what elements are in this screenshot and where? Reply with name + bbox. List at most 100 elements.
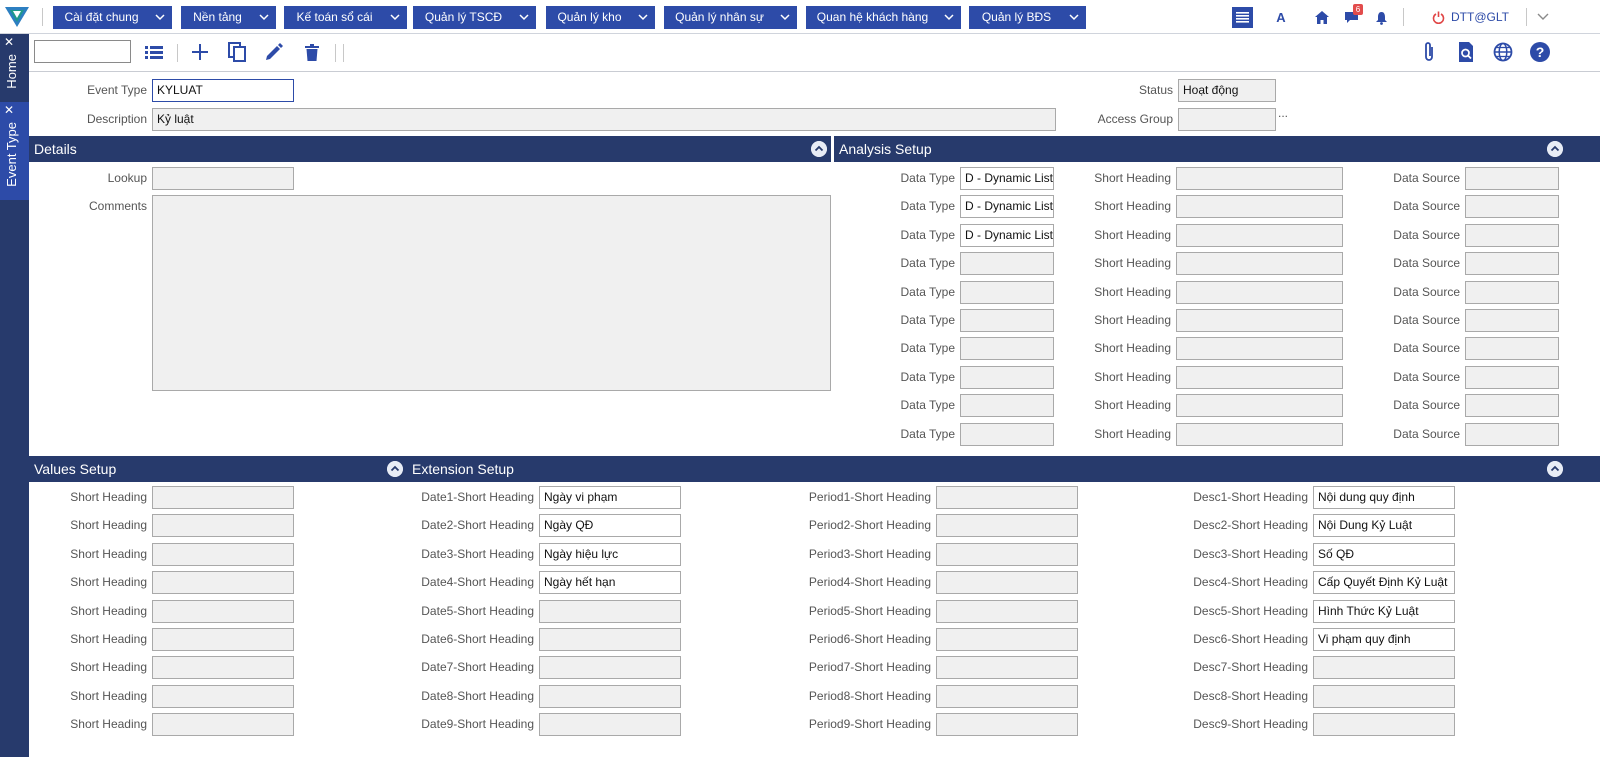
period-short-heading-field[interactable] bbox=[936, 542, 1078, 566]
search-doc-icon[interactable] bbox=[1455, 41, 1477, 63]
date-short-heading-field[interactable] bbox=[539, 628, 681, 651]
short-heading-field[interactable] bbox=[1176, 280, 1343, 304]
status-field[interactable]: Hoạt động bbox=[1178, 79, 1276, 102]
chat-icon[interactable]: 6 bbox=[1343, 4, 1363, 29]
data-source-field[interactable] bbox=[1465, 422, 1559, 446]
access-group-more-button[interactable]: ... bbox=[1278, 106, 1288, 120]
comments-field[interactable] bbox=[152, 195, 831, 391]
value-short-heading-field[interactable] bbox=[152, 486, 294, 509]
list-icon[interactable] bbox=[143, 41, 165, 63]
data-type-field[interactable]: D - Dynamic List bbox=[960, 195, 1054, 219]
date-short-heading-field[interactable]: Ngày hiệu lực bbox=[539, 542, 681, 566]
data-type-field[interactable] bbox=[960, 337, 1054, 361]
copy-icon[interactable] bbox=[226, 41, 248, 63]
menu-lines-icon[interactable] bbox=[1232, 7, 1253, 28]
date-short-heading-field[interactable] bbox=[539, 684, 681, 708]
desc-short-heading-field[interactable]: Nội dung quy định bbox=[1313, 486, 1455, 509]
date-short-heading-field[interactable] bbox=[539, 713, 681, 737]
short-heading-field[interactable] bbox=[1176, 365, 1343, 389]
short-heading-field[interactable] bbox=[1176, 422, 1343, 446]
description-field[interactable]: Kỷ luật bbox=[152, 108, 1056, 131]
menu-platform[interactable]: Nền tảng bbox=[181, 6, 276, 29]
date-short-heading-field[interactable] bbox=[539, 656, 681, 680]
period-short-heading-field[interactable] bbox=[936, 684, 1078, 708]
short-heading-field[interactable] bbox=[1176, 394, 1343, 418]
value-short-heading-field[interactable] bbox=[152, 599, 294, 623]
value-short-heading-field[interactable] bbox=[152, 628, 294, 651]
data-type-field[interactable] bbox=[960, 309, 1054, 332]
collapse-icon[interactable] bbox=[387, 461, 403, 477]
edit-icon[interactable] bbox=[263, 41, 285, 63]
value-short-heading-field[interactable] bbox=[152, 684, 294, 708]
value-short-heading-field[interactable] bbox=[152, 571, 294, 595]
short-heading-field[interactable] bbox=[1176, 195, 1343, 219]
logo-icon[interactable] bbox=[4, 5, 30, 29]
help-icon[interactable]: ? bbox=[1529, 41, 1551, 63]
bell-icon[interactable] bbox=[1373, 6, 1389, 29]
data-source-field[interactable] bbox=[1465, 223, 1559, 247]
short-heading-field[interactable] bbox=[1176, 309, 1343, 332]
menu-general-settings[interactable]: Cài đặt chung bbox=[53, 6, 172, 29]
data-source-field[interactable] bbox=[1465, 252, 1559, 276]
date-short-heading-field[interactable] bbox=[539, 599, 681, 623]
data-source-field[interactable] bbox=[1465, 365, 1559, 389]
period-short-heading-field[interactable] bbox=[936, 599, 1078, 623]
data-source-field[interactable] bbox=[1465, 337, 1559, 361]
menu-fixed-assets[interactable]: Quản lý TSCĐ bbox=[413, 6, 536, 29]
data-source-field[interactable] bbox=[1465, 280, 1559, 304]
close-icon[interactable]: ✕ bbox=[3, 36, 15, 48]
period-short-heading-field[interactable] bbox=[936, 628, 1078, 651]
data-source-field[interactable] bbox=[1465, 394, 1559, 418]
menu-hr[interactable]: Quản lý nhân sự bbox=[664, 6, 797, 29]
desc-short-heading-field[interactable]: Nội Dung Kỷ Luật bbox=[1313, 514, 1455, 538]
value-short-heading-field[interactable] bbox=[152, 514, 294, 538]
collapse-icon[interactable] bbox=[811, 141, 827, 157]
chevron-down-icon[interactable] bbox=[1537, 12, 1549, 22]
value-short-heading-field[interactable] bbox=[152, 542, 294, 566]
data-type-field[interactable] bbox=[960, 422, 1054, 446]
attachment-icon[interactable] bbox=[1418, 41, 1440, 63]
globe-icon[interactable] bbox=[1492, 41, 1514, 63]
tab-event-type[interactable]: ✕ Event Type bbox=[0, 102, 29, 200]
desc-short-heading-field[interactable] bbox=[1313, 656, 1455, 680]
desc-short-heading-field[interactable] bbox=[1313, 713, 1455, 737]
data-type-field[interactable] bbox=[960, 252, 1054, 276]
event-type-field[interactable]: KYLUAT bbox=[152, 79, 294, 102]
add-icon[interactable] bbox=[189, 41, 211, 63]
period-short-heading-field[interactable] bbox=[936, 486, 1078, 509]
record-search-input[interactable] bbox=[34, 40, 131, 63]
collapse-icon[interactable] bbox=[1547, 141, 1563, 157]
desc-short-heading-field[interactable]: Số QĐ bbox=[1313, 542, 1455, 566]
data-type-field[interactable] bbox=[960, 394, 1054, 418]
lookup-field[interactable] bbox=[152, 167, 294, 190]
tab-home[interactable]: ✕ Home bbox=[0, 34, 29, 100]
date-short-heading-field[interactable]: Ngày QĐ bbox=[539, 514, 681, 538]
short-heading-field[interactable] bbox=[1176, 337, 1343, 361]
menu-crm[interactable]: Quan hệ khách hàng bbox=[806, 6, 961, 29]
period-short-heading-field[interactable] bbox=[936, 656, 1078, 680]
short-heading-field[interactable] bbox=[1176, 252, 1343, 276]
close-icon[interactable]: ✕ bbox=[3, 104, 15, 116]
delete-icon[interactable] bbox=[301, 41, 323, 63]
period-short-heading-field[interactable] bbox=[936, 713, 1078, 737]
desc-short-heading-field[interactable]: Vi phạm quy định bbox=[1313, 628, 1455, 651]
access-group-field[interactable] bbox=[1178, 108, 1276, 131]
date-short-heading-field[interactable]: Ngày vi phạm bbox=[539, 486, 681, 509]
data-source-field[interactable] bbox=[1465, 167, 1559, 190]
period-short-heading-field[interactable] bbox=[936, 571, 1078, 595]
desc-short-heading-field[interactable]: Cấp Quyết Định Kỷ Luật bbox=[1313, 571, 1455, 595]
user-menu[interactable]: DTT@GLT bbox=[1432, 9, 1509, 25]
value-short-heading-field[interactable] bbox=[152, 656, 294, 680]
menu-inventory[interactable]: Quản lý kho bbox=[546, 6, 655, 29]
desc-short-heading-field[interactable] bbox=[1313, 684, 1455, 708]
font-size-icon[interactable]: A bbox=[1274, 6, 1288, 29]
period-short-heading-field[interactable] bbox=[936, 514, 1078, 538]
date-short-heading-field[interactable]: Ngày hết hạn bbox=[539, 571, 681, 595]
home-icon[interactable] bbox=[1314, 6, 1330, 29]
data-type-field[interactable]: D - Dynamic List bbox=[960, 223, 1054, 247]
menu-general-ledger[interactable]: Kế toán sổ cái bbox=[284, 6, 407, 29]
value-short-heading-field[interactable] bbox=[152, 713, 294, 737]
data-type-field[interactable] bbox=[960, 280, 1054, 304]
short-heading-field[interactable] bbox=[1176, 223, 1343, 247]
data-type-field[interactable]: D - Dynamic List bbox=[960, 167, 1054, 190]
